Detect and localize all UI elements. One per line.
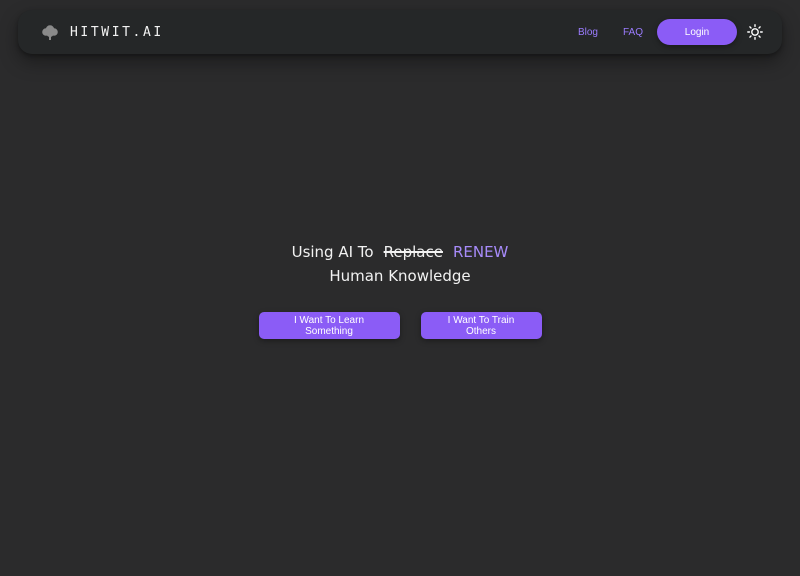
navbar: HITWIT.AI Blog FAQ Login [18,10,782,54]
brand-name: HITWIT.AI [70,24,164,40]
nav-link-blog[interactable]: Blog [578,27,598,38]
hero-line-2: Human Knowledge [329,267,471,285]
brand[interactable]: HITWIT.AI [40,23,164,41]
cta-row: I Want To Learn Something I Want To Trai… [0,312,800,339]
hero-line-1: Using AI To Replace RENEW [0,240,800,264]
hero-highlight-word: RENEW [452,243,509,261]
hero-heading: Using AI To Replace RENEW Human Knowledg… [0,240,800,288]
page: HITWIT.AI Blog FAQ Login Using AI To Rep… [0,0,800,576]
train-others-button[interactable]: I Want To Train Others [420,312,542,339]
login-button[interactable]: Login [657,19,737,45]
nav-right: Blog FAQ Login [578,19,764,45]
sun-icon [747,24,763,40]
hero-prefix: Using AI To [291,243,374,261]
learn-something-button[interactable]: I Want To Learn Something [258,312,400,339]
nav-link-faq[interactable]: FAQ [623,27,643,38]
tree-icon [40,23,60,41]
hero-struck-word: Replace [383,243,443,261]
theme-toggle[interactable] [746,23,764,41]
